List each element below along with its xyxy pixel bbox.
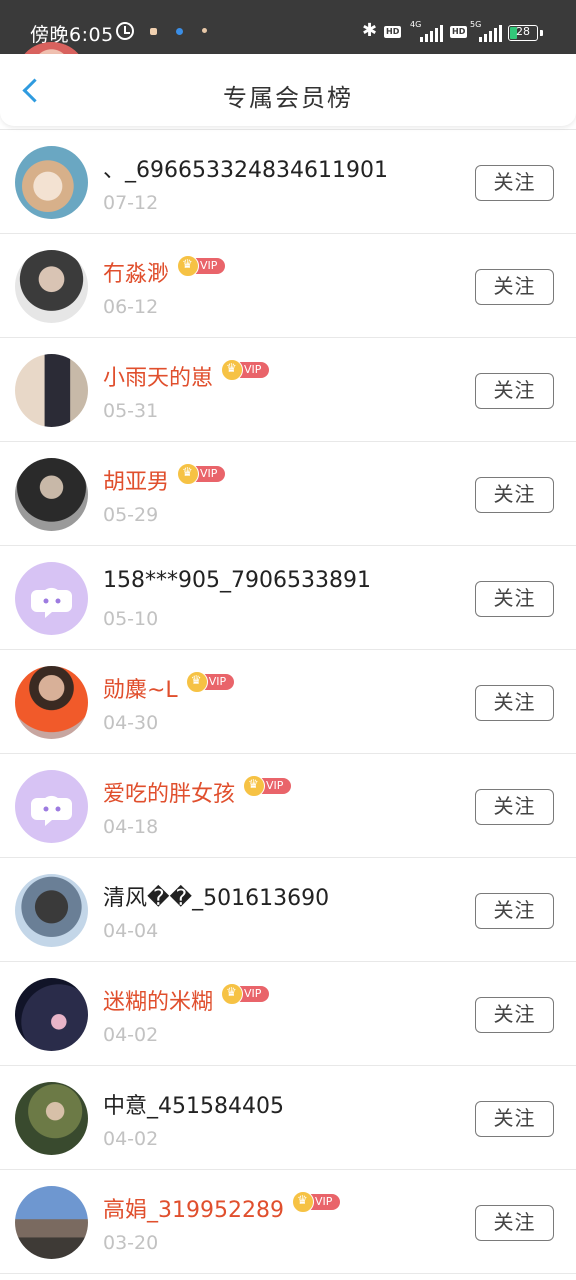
member-name-text: 清风��_501613690 <box>103 886 330 911</box>
default-avatar-icon[interactable] <box>15 770 88 843</box>
vip-badge: VIP <box>177 463 226 485</box>
crown-icon <box>221 983 244 1005</box>
vip-badge: VIP <box>221 983 270 1005</box>
member-date: 05-31 <box>103 400 159 422</box>
follow-button[interactable]: 关注 <box>475 1101 554 1137</box>
follow-button[interactable]: 关注 <box>475 685 554 721</box>
follow-button[interactable]: 关注 <box>475 477 554 513</box>
member-date: 04-02 <box>103 1128 159 1150</box>
crown-icon <box>221 359 244 381</box>
member-name[interactable]: 清风��_501613690 <box>103 880 329 912</box>
member-row[interactable]: 冇淼渺 VIP 06-12 关注 <box>0 234 576 338</box>
member-name-text: 中意_451584405 <box>103 1094 284 1119</box>
header: 专属会员榜 <box>0 54 576 126</box>
member-name[interactable]: 胡亚男 VIP <box>103 463 226 496</box>
vip-badge: VIP <box>243 775 292 797</box>
avatar[interactable] <box>15 1082 88 1155</box>
crown-icon <box>185 671 208 693</box>
default-avatar-icon[interactable] <box>15 562 88 635</box>
avatar[interactable] <box>15 354 88 427</box>
follow-button[interactable]: 关注 <box>475 997 554 1033</box>
vip-badge: VIP <box>221 359 270 381</box>
member-name[interactable]: 迷糊的米糊 VIP <box>103 983 270 1016</box>
member-name-text: 高娟_319952289 <box>103 1198 284 1223</box>
member-date: 03-20 <box>103 1232 159 1254</box>
avatar[interactable] <box>15 458 88 531</box>
member-name-text: 冇淼渺 <box>103 262 170 287</box>
member-row[interactable]: 勋麋~L VIP 04-30 关注 <box>0 650 576 754</box>
member-date: 05-10 <box>103 608 159 630</box>
avatar[interactable] <box>15 1186 88 1259</box>
member-name-text: 158***905_7906533891 <box>103 568 371 593</box>
member-name[interactable]: 高娟_319952289 VIP <box>103 1191 340 1224</box>
follow-button[interactable]: 关注 <box>475 269 554 305</box>
member-name-text: 、_696653324834611901 <box>103 158 388 183</box>
follow-button[interactable]: 关注 <box>475 1205 554 1241</box>
crown-icon <box>177 463 200 485</box>
crown-icon <box>243 775 266 797</box>
member-date: 04-18 <box>103 816 159 838</box>
follow-button[interactable]: 关注 <box>475 581 554 617</box>
member-row[interactable]: 中意_451584405 04-02 关注 <box>0 1066 576 1170</box>
member-row[interactable]: 清风��_501613690 04-04 关注 <box>0 858 576 962</box>
member-date: 04-04 <box>103 920 159 942</box>
member-date: 06-12 <box>103 296 159 318</box>
member-name-text: 迷糊的米糊 <box>103 990 214 1015</box>
avatar[interactable] <box>15 978 88 1051</box>
vip-badge: VIP <box>185 671 234 693</box>
member-row[interactable]: 高娟_319952289 VIP 03-20 关注 <box>0 1170 576 1274</box>
member-name[interactable]: 爱吃的胖女孩 VIP <box>103 775 292 808</box>
member-row[interactable]: 胡亚男 VIP 05-29 关注 <box>0 442 576 546</box>
member-row[interactable]: 爱吃的胖女孩 VIP 04-18 关注 <box>0 754 576 858</box>
page-title: 专属会员榜 <box>223 84 353 112</box>
member-date: 04-30 <box>103 712 159 734</box>
member-name[interactable]: 冇淼渺 VIP <box>103 255 226 288</box>
member-name-text: 勋麋~L <box>103 678 178 703</box>
avatar[interactable] <box>15 146 88 219</box>
member-name-text: 小雨天的崽 <box>103 366 214 391</box>
follow-button[interactable]: 关注 <box>475 373 554 409</box>
member-date: 05-29 <box>103 504 159 526</box>
member-date: 04-02 <box>103 1024 159 1046</box>
member-row[interactable]: 158***905_7906533891 05-10 关注 <box>0 546 576 650</box>
vip-badge: VIP <box>291 1191 340 1213</box>
member-name[interactable]: 158***905_7906533891 <box>103 568 371 593</box>
member-date: 07-12 <box>103 192 159 214</box>
member-name[interactable]: 勋麋~L VIP <box>103 671 234 704</box>
crown-icon <box>177 255 200 277</box>
follow-button[interactable]: 关注 <box>475 165 554 201</box>
vip-badge: VIP <box>177 255 226 277</box>
follow-button[interactable]: 关注 <box>475 893 554 929</box>
member-name-text: 爱吃的胖女孩 <box>103 782 236 807</box>
avatar[interactable] <box>15 250 88 323</box>
member-name-text: 胡亚男 <box>103 470 170 495</box>
member-row[interactable]: 、_696653324834611901 07-12 关注 <box>0 130 576 234</box>
crown-icon <box>291 1191 314 1213</box>
member-name[interactable]: 、_696653324834611901 <box>103 152 388 184</box>
member-name[interactable]: 中意_451584405 <box>103 1088 284 1120</box>
avatar[interactable] <box>15 874 88 947</box>
follow-button[interactable]: 关注 <box>475 789 554 825</box>
member-row[interactable]: 迷糊的米糊 VIP 04-02 关注 <box>0 962 576 1066</box>
member-list[interactable]: 07-12关注、_69665332483461190107-12关注冇淼渺VIP… <box>0 42 576 1274</box>
member-name[interactable]: 小雨天的崽 VIP <box>103 359 270 392</box>
avatar[interactable] <box>15 666 88 739</box>
member-row[interactable]: 小雨天的崽 VIP 05-31 关注 <box>0 338 576 442</box>
